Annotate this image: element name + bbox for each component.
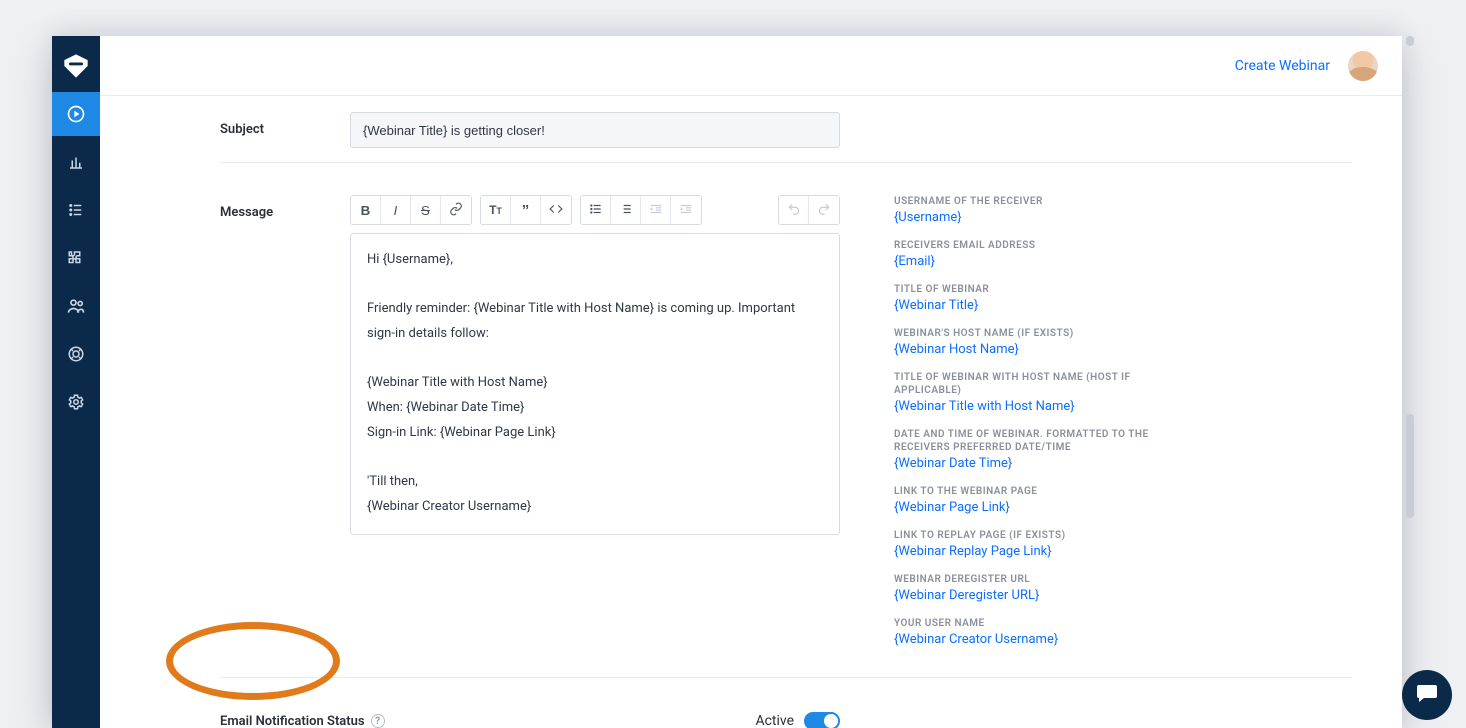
message-label: Message bbox=[220, 195, 350, 220]
chat-icon bbox=[1415, 681, 1439, 709]
sidebar-item-people[interactable] bbox=[52, 284, 100, 328]
subject-label: Subject bbox=[220, 112, 350, 137]
users-icon bbox=[66, 296, 86, 316]
play-circle-icon bbox=[66, 104, 86, 124]
lifebuoy-icon bbox=[67, 345, 85, 363]
puzzle-icon bbox=[67, 249, 85, 267]
bar-chart-icon bbox=[67, 153, 85, 171]
token-block: LINK TO REPLAY PAGE (IF EXISTS) {Webinar … bbox=[894, 529, 1194, 559]
code-button[interactable] bbox=[541, 196, 571, 224]
token-value[interactable]: {Webinar Host Name} bbox=[894, 342, 1194, 357]
sidebar-item-integrations[interactable] bbox=[52, 236, 100, 280]
subject-input[interactable] bbox=[350, 112, 840, 148]
ul-icon bbox=[589, 202, 603, 219]
indent-icon bbox=[679, 202, 693, 219]
quote-icon: ” bbox=[522, 202, 530, 219]
token-block: DATE AND TIME OF WEBINAR. FORMATTED TO T… bbox=[894, 428, 1194, 471]
token-value[interactable]: {Webinar Title with Host Name} bbox=[894, 399, 1194, 414]
ul-button[interactable] bbox=[581, 196, 611, 224]
gear-icon bbox=[67, 393, 85, 411]
token-title: DATE AND TIME OF WEBINAR. FORMATTED TO T… bbox=[894, 428, 1194, 454]
app-shell: Create Webinar Subject Message B I bbox=[52, 36, 1402, 728]
token-block: TITLE OF WEBINAR {Webinar Title} bbox=[894, 283, 1194, 313]
redo-icon bbox=[817, 202, 831, 219]
token-title: WEBINAR DEREGISTER URL bbox=[894, 573, 1194, 586]
app-logo bbox=[62, 52, 90, 80]
token-title: USERNAME OF THE RECEIVER bbox=[894, 195, 1194, 208]
token-title: LINK TO THE WEBINAR PAGE bbox=[894, 485, 1194, 498]
sidebar-item-support[interactable] bbox=[52, 332, 100, 376]
editor-toolbar: B I S TT ” bbox=[350, 195, 840, 225]
token-title: YOUR USER NAME bbox=[894, 617, 1194, 630]
sidebar-item-list[interactable] bbox=[52, 188, 100, 232]
create-webinar-link[interactable]: Create Webinar bbox=[1235, 58, 1330, 74]
notification-status-label: Email Notification Status bbox=[220, 714, 365, 728]
token-block: USERNAME OF THE RECEIVER {Username} bbox=[894, 195, 1194, 225]
indent-button[interactable] bbox=[671, 196, 701, 224]
redo-button[interactable] bbox=[809, 196, 839, 224]
divider bbox=[220, 677, 1352, 678]
sidebar-item-webinars[interactable] bbox=[52, 92, 100, 136]
header: Create Webinar bbox=[100, 36, 1402, 96]
token-value[interactable]: {Webinar Date Time} bbox=[894, 456, 1194, 471]
sidebar-item-settings[interactable] bbox=[52, 380, 100, 424]
token-value[interactable]: {Webinar Deregister URL} bbox=[894, 588, 1194, 603]
token-value[interactable]: {Webinar Title} bbox=[894, 298, 1194, 313]
list-icon bbox=[67, 201, 85, 219]
token-block: LINK TO THE WEBINAR PAGE {Webinar Page Li… bbox=[894, 485, 1194, 515]
quote-button[interactable]: ” bbox=[511, 196, 541, 224]
bold-button[interactable]: B bbox=[351, 196, 381, 224]
user-avatar[interactable] bbox=[1348, 51, 1378, 81]
tokens-list: USERNAME OF THE RECEIVER {Username} RECEIV… bbox=[894, 195, 1194, 661]
sidebar-item-analytics[interactable] bbox=[52, 140, 100, 184]
ol-button[interactable] bbox=[611, 196, 641, 224]
content: Subject Message B I S bbox=[100, 96, 1402, 728]
token-title: LINK TO REPLAY PAGE (IF EXISTS) bbox=[894, 529, 1194, 542]
heading-button[interactable]: TT bbox=[481, 196, 511, 224]
notification-status-toggle[interactable] bbox=[804, 712, 840, 728]
message-row: Message B I S TT ” bbox=[220, 179, 1352, 677]
chat-widget[interactable] bbox=[1402, 670, 1452, 720]
token-title: TITLE OF WEBINAR bbox=[894, 283, 1194, 296]
token-title: TITLE OF WEBINAR WITH HOST NAME (HOST IF… bbox=[894, 371, 1194, 397]
subject-row: Subject bbox=[220, 96, 1352, 162]
token-value[interactable]: {Email} bbox=[894, 254, 1194, 269]
outdent-button[interactable] bbox=[641, 196, 671, 224]
scrollbar[interactable] bbox=[1402, 36, 1414, 728]
sidebar bbox=[52, 36, 100, 728]
token-block: TITLE OF WEBINAR WITH HOST NAME (HOST IF… bbox=[894, 371, 1194, 414]
undo-icon bbox=[787, 202, 801, 219]
ol-icon bbox=[619, 202, 633, 219]
notification-status-value: Active bbox=[755, 713, 794, 728]
notification-status-row: Email Notification Status ? Active bbox=[220, 694, 840, 728]
undo-button[interactable] bbox=[779, 196, 809, 224]
token-block: YOUR USER NAME {Webinar Creator Username} bbox=[894, 617, 1194, 647]
code-icon bbox=[549, 202, 563, 219]
outdent-icon bbox=[649, 202, 663, 219]
help-icon[interactable]: ? bbox=[371, 714, 385, 728]
strike-button[interactable]: S bbox=[411, 196, 441, 224]
token-value[interactable]: {Username} bbox=[894, 210, 1194, 225]
token-block: WEBINAR'S HOST NAME (IF EXISTS) {Webinar … bbox=[894, 327, 1194, 357]
token-title: WEBINAR'S HOST NAME (IF EXISTS) bbox=[894, 327, 1194, 340]
italic-button[interactable]: I bbox=[381, 196, 411, 224]
link-button[interactable] bbox=[441, 196, 471, 224]
message-editor[interactable]: Hi {Username}, Friendly reminder: {Webin… bbox=[350, 233, 840, 535]
token-block: RECEIVERS EMAIL ADDRESS {Email} bbox=[894, 239, 1194, 269]
token-title: RECEIVERS EMAIL ADDRESS bbox=[894, 239, 1194, 252]
token-value[interactable]: {Webinar Page Link} bbox=[894, 500, 1194, 515]
token-block: WEBINAR DEREGISTER URL {Webinar Deregiste… bbox=[894, 573, 1194, 603]
divider bbox=[220, 162, 1352, 163]
token-value[interactable]: {Webinar Creator Username} bbox=[894, 632, 1194, 647]
token-value[interactable]: {Webinar Replay Page Link} bbox=[894, 544, 1194, 559]
link-icon bbox=[449, 202, 463, 219]
